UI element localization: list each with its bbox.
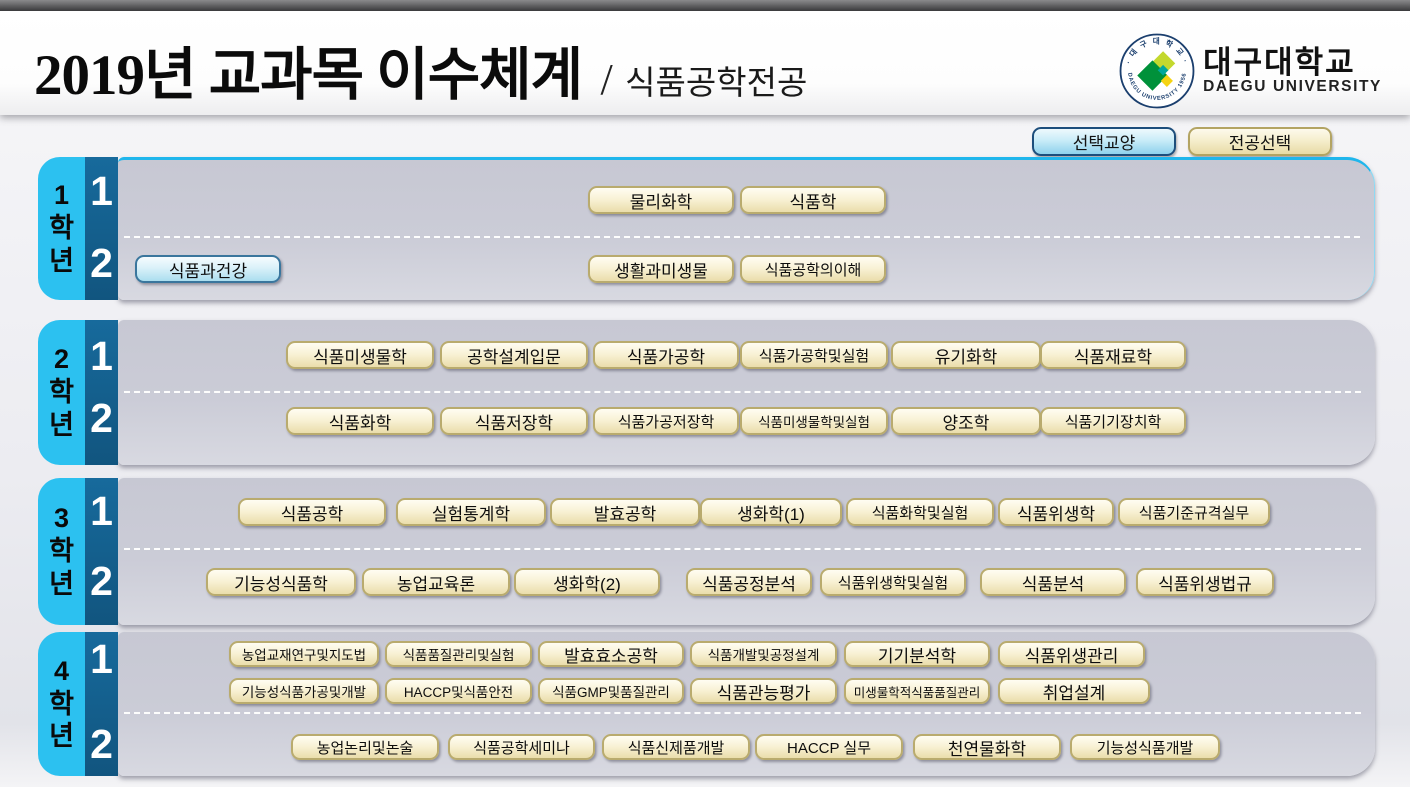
course-button[interactable]: 유기화학 (891, 341, 1041, 369)
semester-strip: 12 (85, 320, 118, 465)
course-button[interactable]: 천연물화학 (913, 734, 1061, 760)
course-button[interactable]: 양조학 (891, 407, 1041, 435)
course-button[interactable]: 식품분석 (980, 568, 1126, 596)
legend: 선택교양 전공선택 (0, 127, 1410, 157)
course-button[interactable]: 발효효소공학 (538, 641, 684, 667)
semester-number: 1 (85, 336, 118, 377)
major-name: 식품공학전공 (625, 66, 807, 102)
course-button[interactable]: 물리화학 (588, 186, 734, 214)
semester-number: 2 (85, 724, 118, 765)
course-button[interactable]: 식품공정분석 (686, 568, 812, 596)
semester-divider (124, 548, 1361, 550)
course-button[interactable]: 식품가공학및실험 (740, 341, 888, 369)
course-button[interactable]: 식품화학 (286, 407, 434, 435)
course-button[interactable]: 식품미생물학 (286, 341, 434, 369)
semester-number: 2 (85, 398, 118, 439)
course-button[interactable]: 식품위생법규 (1136, 568, 1274, 596)
semester-strip: 12 (85, 157, 118, 300)
grade-label: 1학년 (47, 179, 75, 278)
course-button[interactable]: 취업설계 (998, 678, 1150, 704)
semester-number: 1 (85, 171, 118, 212)
legend-major-elective[interactable]: 전공선택 (1188, 127, 1332, 156)
course-button[interactable]: 기능성식품학 (206, 568, 356, 596)
course-button[interactable]: 식품공학 (238, 498, 386, 526)
course-button[interactable]: 식품가공저장학 (593, 407, 739, 435)
semester-divider (124, 236, 1360, 238)
course-button[interactable]: HACCP 실무 (755, 734, 903, 760)
course-button[interactable]: 발효공학 (550, 498, 700, 526)
course-button[interactable]: 생활과미생물 (588, 255, 734, 283)
semester-divider (124, 391, 1361, 393)
course-button[interactable]: 식품과건강 (135, 255, 281, 283)
university-name-kr: 대구대학교 (1203, 47, 1382, 80)
year-panel: 물리화학식품학식품과건강 생활과미생물식품공학의이해 (118, 157, 1375, 300)
course-button[interactable]: 식품기기장치학 (1040, 407, 1186, 435)
course-button[interactable]: 식품재료학 (1040, 341, 1186, 369)
course-button[interactable]: 식품위생학 (998, 498, 1114, 526)
course-button[interactable]: 농업논리및논술 (291, 734, 439, 760)
university-logo: · 대 구 대 학 교 · DAEGU UNIVERSITY 1956 대구대학… (1119, 33, 1382, 109)
course-button[interactable]: 식품미생물학및실험 (740, 407, 888, 435)
header: 2019년 교과목 이수체계 / 식품공학전공 · 대 구 대 학 교 · DA… (0, 11, 1410, 115)
course-button[interactable]: 농업교재연구및지도법 (229, 641, 379, 667)
course-button[interactable]: 생화학(2) (514, 568, 660, 596)
course-button[interactable]: 기능성식품개발 (1070, 734, 1220, 760)
course-button[interactable]: 기기분석학 (844, 641, 990, 667)
legend-liberal-elective[interactable]: 선택교양 (1032, 127, 1176, 156)
year-row: 식품공학 실험통계학발효공학생화학(1)식품화학및실험식품위생학식품기준규격실무기… (38, 478, 1375, 625)
page-title: 2019년 교과목 이수체계 (34, 44, 582, 107)
title-separator: / (600, 55, 612, 104)
course-button[interactable]: 식품화학및실험 (846, 498, 994, 526)
course-button[interactable]: 식품공학의이해 (740, 255, 886, 283)
year-row: 물리화학식품학식품과건강생활과미생물식품공학의이해1학년12 (38, 157, 1375, 300)
university-name: 대구대학교 DAEGU UNIVERSITY (1203, 47, 1382, 96)
grade-label: 2학년 (47, 343, 75, 442)
course-button[interactable]: 생화학(1) (700, 498, 842, 526)
course-button[interactable]: 식품기준규격실무 (1118, 498, 1270, 526)
semester-number: 2 (85, 561, 118, 602)
grade-label: 3학년 (47, 502, 75, 601)
course-button[interactable]: 실험통계학 (396, 498, 546, 526)
course-button[interactable]: 식품관능평가 (690, 678, 837, 704)
course-button[interactable]: 공학설계입문 (440, 341, 588, 369)
course-button[interactable]: 미생물학적식품품질관리 (844, 678, 990, 704)
course-button[interactable]: 식품저장학 (440, 407, 588, 435)
semester-number: 2 (85, 243, 118, 284)
course-button[interactable]: HACCP및식품안전 (385, 678, 532, 704)
course-button[interactable]: 식품가공학 (593, 341, 739, 369)
course-button[interactable]: 식품신제품개발 (602, 734, 750, 760)
course-button[interactable]: 식품위생관리 (998, 641, 1145, 667)
year-panel: 농업교재연구및지도법식품품질관리및실험발효효소공학식품개발및공정설계기기분석학식… (118, 632, 1375, 776)
course-button[interactable]: 식품공학세미나 (448, 734, 595, 760)
top-accent-bar (0, 0, 1410, 11)
course-button[interactable]: 식품개발및공정설계 (690, 641, 837, 667)
course-button[interactable]: 식품품질관리및실험 (385, 641, 532, 667)
semester-strip: 12 (85, 478, 118, 625)
semester-divider (124, 712, 1361, 714)
semester-number: 1 (85, 491, 118, 532)
year-panel: 식품미생물학공학설계입문식품가공학식품가공학및실험유기화학식품재료학식품화학식품… (118, 320, 1375, 465)
course-button[interactable]: 기능성식품가공및개발 (229, 678, 379, 704)
course-button[interactable]: 식품위생학및실험 (820, 568, 966, 596)
university-name-en: DAEGU UNIVERSITY (1203, 79, 1382, 95)
course-button[interactable]: 식품학 (740, 186, 886, 214)
course-button[interactable]: 농업교육론 (362, 568, 510, 596)
year-row: 식품미생물학공학설계입문식품가공학식품가공학및실험유기화학식품재료학식품화학식품… (38, 320, 1375, 465)
title-block: 2019년 교과목 이수체계 / 식품공학전공 (34, 29, 807, 111)
semester-strip: 12 (85, 632, 118, 776)
slide: 2019년 교과목 이수체계 / 식품공학전공 · 대 구 대 학 교 · DA… (0, 0, 1410, 787)
university-seal-icon: · 대 구 대 학 교 · DAEGU UNIVERSITY 1956 (1119, 33, 1195, 109)
semester-number: 1 (85, 639, 118, 680)
course-button[interactable]: 식품GMP및품질관리 (538, 678, 684, 704)
year-row: 농업교재연구및지도법식품품질관리및실험발효효소공학식품개발및공정설계기기분석학식… (38, 632, 1375, 776)
year-panel: 식품공학 실험통계학발효공학생화학(1)식품화학및실험식품위생학식품기준규격실무기… (118, 478, 1375, 625)
grade-label: 4학년 (47, 655, 75, 754)
